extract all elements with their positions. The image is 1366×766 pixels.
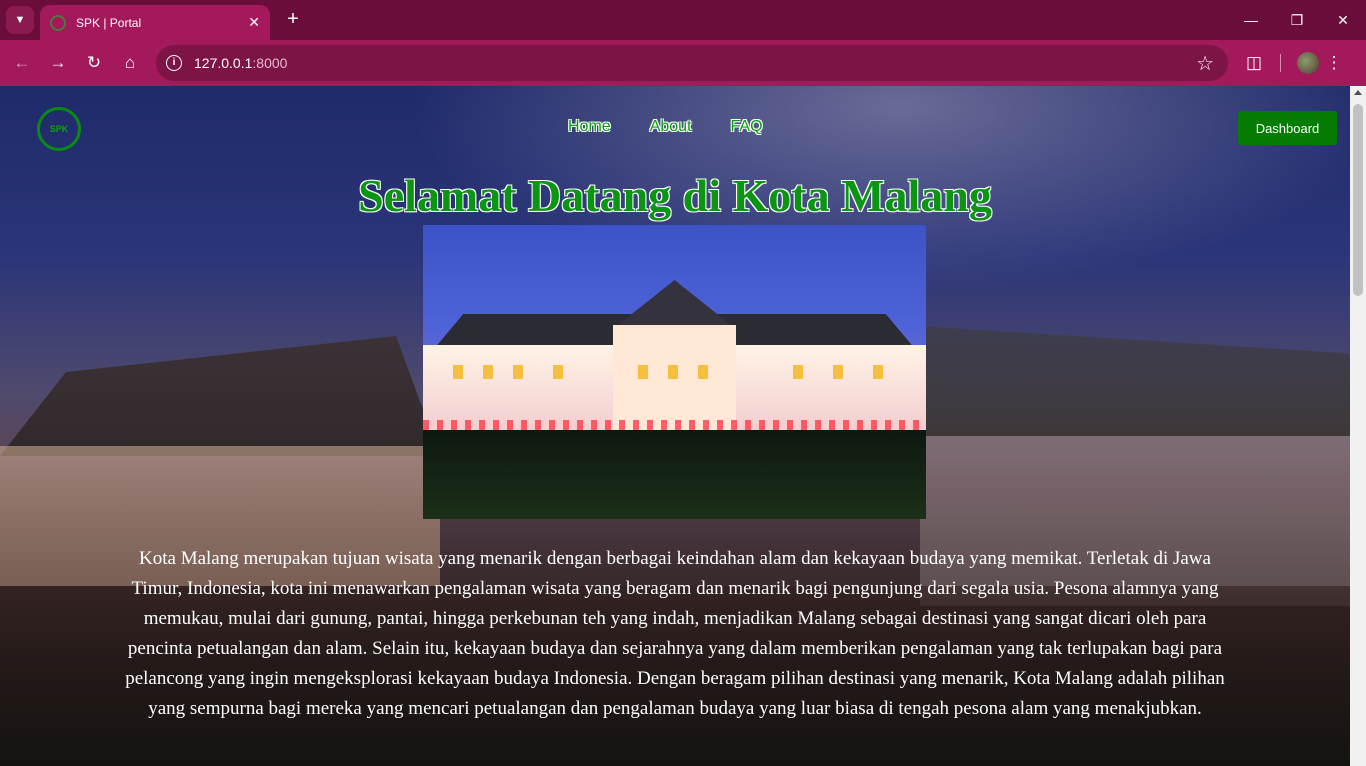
tab-strip: ▼ SPK | Portal ✕ + — ❐ ✕ (0, 0, 1366, 40)
image-tower (618, 280, 731, 325)
chevron-down-icon: ▼ (14, 14, 26, 26)
arrow-left-icon: ← (13, 53, 31, 72)
browser-tab[interactable]: SPK | Portal ✕ (40, 5, 270, 40)
vertical-scrollbar[interactable] (1350, 86, 1366, 766)
home-icon: ⌂ (124, 53, 136, 72)
new-tab-button[interactable]: + (282, 8, 304, 30)
image-window (453, 365, 463, 379)
image-window (698, 365, 708, 379)
address-bar[interactable]: i 127.0.0.1:8000 ☆ (156, 45, 1228, 81)
page-viewport: SPK Home About FAQ Dashboard Selamat Dat… (0, 86, 1350, 766)
extensions-button[interactable]: ◫ (1241, 50, 1267, 76)
nav-faq[interactable]: FAQ (731, 118, 763, 136)
image-window (483, 365, 493, 379)
menu-button[interactable]: ⋮ (1321, 50, 1347, 76)
image-window (638, 365, 648, 379)
nav-home[interactable]: Home (568, 118, 611, 136)
main-nav: Home About FAQ (568, 118, 763, 136)
bookmark-star-icon[interactable]: ☆ (1196, 51, 1214, 76)
puzzle-icon: ◫ (1245, 53, 1263, 72)
nav-about[interactable]: About (650, 118, 692, 136)
url-port: :8000 (252, 55, 288, 71)
reload-button[interactable]: ↻ (81, 50, 107, 76)
image-window (513, 365, 523, 379)
image-garden (423, 430, 926, 519)
toolbar-divider (1280, 54, 1281, 72)
image-window (668, 365, 678, 379)
site-info-icon[interactable]: i (166, 55, 182, 71)
back-button[interactable]: ← (9, 50, 35, 76)
image-window (873, 365, 883, 379)
image-window (833, 365, 843, 379)
favicon-icon (50, 14, 66, 31)
close-window-button[interactable]: ✕ (1320, 0, 1366, 40)
logo-icon: SPK (49, 124, 69, 134)
dashboard-button[interactable]: Dashboard (1238, 111, 1337, 145)
forward-button[interactable]: → (45, 50, 71, 76)
browser-toolbar: ← → ↻ ⌂ i 127.0.0.1:8000 ☆ ◫ ⋮ (0, 40, 1366, 86)
scroll-up-arrow-icon[interactable] (1354, 90, 1362, 95)
background-building (920, 326, 1350, 436)
tab-title: SPK | Portal (76, 15, 142, 30)
minimize-button[interactable]: — (1228, 0, 1274, 40)
home-button[interactable]: ⌂ (117, 50, 143, 76)
kebab-menu-icon: ⋮ (1325, 53, 1343, 72)
city-hall-image (423, 225, 926, 519)
image-lights (423, 420, 926, 430)
scroll-thumb[interactable] (1353, 104, 1363, 296)
background-building (0, 336, 440, 456)
image-window (553, 365, 563, 379)
image-window (793, 365, 803, 379)
restore-button[interactable]: ❐ (1274, 0, 1320, 40)
intro-paragraph: Kota Malang merupakan tujuan wisata yang… (125, 548, 1225, 719)
arrow-right-icon: → (49, 53, 67, 72)
site-logo[interactable]: SPK (37, 107, 81, 151)
tab-search-button[interactable]: ▼ (6, 6, 34, 34)
url-host: 127.0.0.1 (194, 55, 253, 71)
profile-avatar[interactable] (1297, 52, 1319, 74)
close-tab-icon[interactable]: ✕ (248, 14, 260, 31)
reload-icon: ↻ (86, 53, 102, 72)
hero-title: Selamat Datang di Kota Malang (358, 170, 992, 221)
